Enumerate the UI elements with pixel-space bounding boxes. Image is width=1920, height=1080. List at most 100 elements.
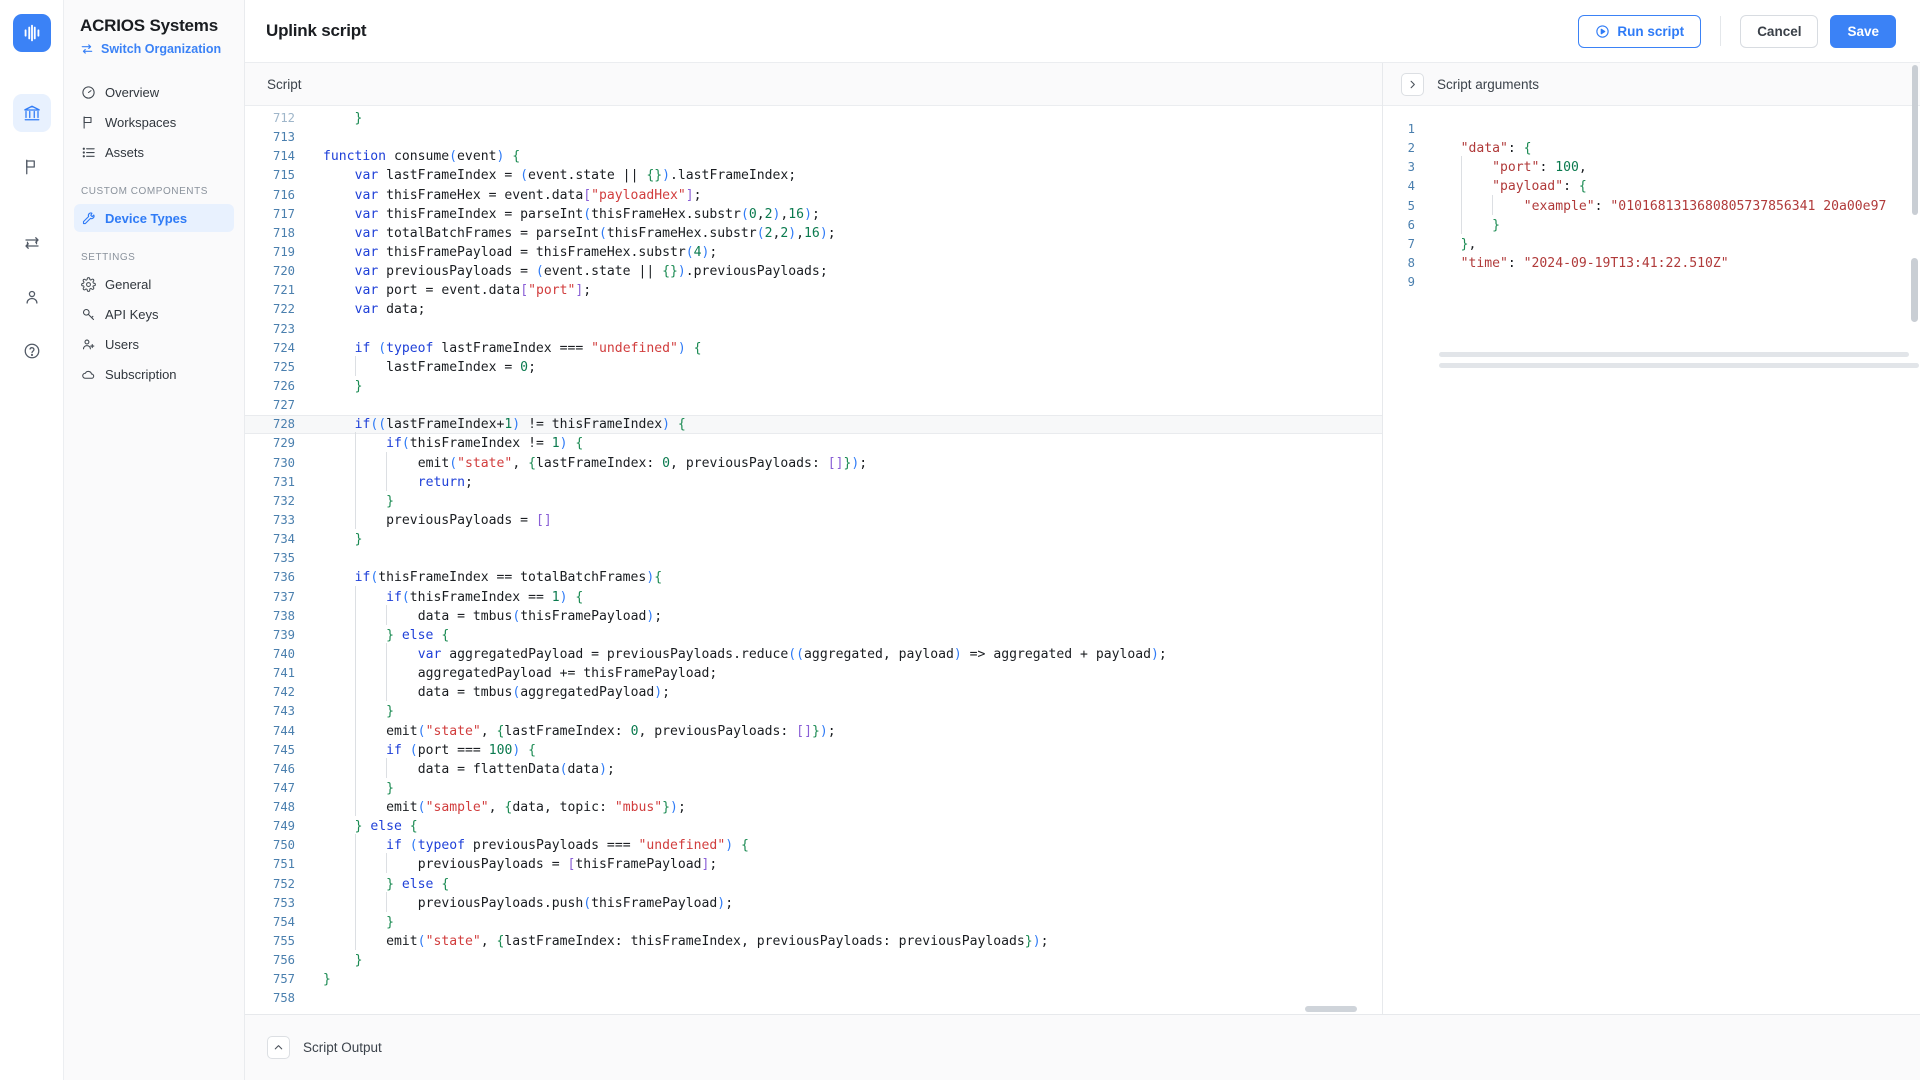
arguments-line: 9 — [1383, 273, 1920, 292]
code-line: 724 if (typeof lastFrameIndex === "undef… — [245, 339, 1382, 358]
arguments-line-text: "port": 100, — [1429, 158, 1587, 177]
play-circle-icon — [1595, 24, 1610, 39]
line-number: 1 — [1383, 120, 1429, 139]
script-tab-label: Script — [267, 77, 302, 92]
code-line-text: return; — [323, 473, 473, 492]
code-line: 745 if (port === 100) { — [245, 741, 1382, 760]
code-line: 713 — [245, 128, 1382, 147]
sidebar-item-device-types[interactable]: Device Types — [74, 204, 234, 232]
line-number: 7 — [1383, 235, 1429, 254]
help-circle-icon[interactable] — [13, 332, 51, 370]
code-line-text: emit("sample", {data, topic: "mbus"}); — [323, 798, 686, 817]
sidebar-item-overview[interactable]: Overview — [74, 78, 234, 106]
line-number: 718 — [245, 224, 307, 243]
arguments-line: 6 } — [1383, 216, 1920, 235]
line-number: 752 — [245, 875, 307, 894]
line-number: 753 — [245, 894, 307, 913]
top-bar: Uplink script Run script Cancel Save — [245, 0, 1920, 63]
list-icon — [81, 145, 96, 160]
code-line: 725 lastFrameIndex = 0; — [245, 358, 1382, 377]
sidebar-item-users[interactable]: Users — [74, 330, 234, 358]
gauge-icon — [81, 85, 96, 100]
arguments-line: 8 "time": "2024-09-19T13:41:22.510Z" — [1383, 254, 1920, 273]
chevron-right-icon[interactable] — [1401, 73, 1424, 96]
code-line-text: emit("state", {lastFrameIndex: thisFrame… — [323, 932, 1048, 951]
line-number: 727 — [245, 396, 307, 415]
icon-rail — [0, 0, 64, 1080]
code-line-text: } — [323, 377, 362, 396]
arguments-horizontal-scrollbar-thumb[interactable] — [1439, 352, 1909, 357]
sidebar-item-subscription[interactable]: Subscription — [74, 360, 234, 388]
sidebar-item-label: General — [105, 278, 151, 291]
app-root: ACRIOS Systems Switch Organization Overv… — [0, 0, 1920, 1080]
editor-vertical-scrollbar[interactable] — [1373, 106, 1382, 1014]
code-line: 746 data = flattenData(data); — [245, 760, 1382, 779]
arguments-horizontal-scrollbar[interactable] — [1439, 363, 1919, 368]
arguments-line: 3 "port": 100, — [1383, 158, 1920, 177]
line-number: 756 — [245, 951, 307, 970]
line-number: 2 — [1383, 139, 1429, 158]
line-number: 743 — [245, 702, 307, 721]
arguments-vertical-scrollbar[interactable] — [1911, 258, 1918, 322]
sidebar-item-general[interactable]: General — [74, 270, 234, 298]
code-line-text: function consume(event) { — [323, 147, 520, 166]
org-name: ACRIOS Systems — [74, 14, 234, 36]
line-number: 742 — [245, 683, 307, 702]
cancel-button[interactable]: Cancel — [1740, 15, 1818, 48]
sidebar-item-label: Device Types — [105, 212, 187, 225]
sync-icon[interactable] — [13, 224, 51, 262]
arguments-line: 7 }, — [1383, 235, 1920, 254]
run-script-button[interactable]: Run script — [1578, 15, 1701, 48]
code-line: 727 — [245, 396, 1382, 415]
code-line: 751 previousPayloads = [thisFramePayload… — [245, 855, 1382, 874]
users-icon — [81, 337, 96, 352]
user-icon[interactable] — [13, 278, 51, 316]
chevron-up-icon[interactable] — [267, 1036, 290, 1059]
code-line-text: emit("state", {lastFrameIndex: 0, previo… — [323, 454, 867, 473]
code-line-text: if(thisFrameIndex != 1) { — [323, 434, 583, 453]
code-line: 755 emit("state", {lastFrameIndex: thisF… — [245, 932, 1382, 951]
sidebar-item-assets[interactable]: Assets — [74, 138, 234, 166]
sidebar-item-label: API Keys — [105, 308, 158, 321]
code-line-text: } else { — [323, 817, 418, 836]
code-line: 749 } else { — [245, 817, 1382, 836]
line-number: 733 — [245, 511, 307, 530]
sidebar-item-api-keys[interactable]: API Keys — [74, 300, 234, 328]
bank-icon[interactable] — [13, 94, 51, 132]
line-number: 744 — [245, 722, 307, 741]
line-number: 730 — [245, 454, 307, 473]
code-line: 739 } else { — [245, 626, 1382, 645]
line-number: 754 — [245, 913, 307, 932]
script-arguments-editor[interactable]: 12 "data": {3 "port": 100,4 "payload": {… — [1383, 106, 1920, 1014]
code-line: 748 emit("sample", {data, topic: "mbus"}… — [245, 798, 1382, 817]
flag-icon[interactable] — [13, 148, 51, 186]
editor-horizontal-scrollbar[interactable] — [1305, 1006, 1357, 1012]
page-scrollbar[interactable] — [1912, 65, 1918, 215]
line-number: 725 — [245, 358, 307, 377]
code-line: 717 var thisFrameIndex = parseInt(thisFr… — [245, 205, 1382, 224]
line-number: 729 — [245, 434, 307, 453]
script-tab[interactable]: Script — [245, 63, 1382, 106]
code-line: 744 emit("state", {lastFrameIndex: 0, pr… — [245, 722, 1382, 741]
section-settings: SETTINGS — [74, 252, 234, 263]
line-number: 738 — [245, 607, 307, 626]
line-number: 747 — [245, 779, 307, 798]
line-number: 757 — [245, 970, 307, 989]
code-line: 712 } — [245, 109, 1382, 128]
script-arguments-pane: Script arguments 12 "data": {3 "port": 1… — [1383, 63, 1920, 1014]
line-number: 748 — [245, 798, 307, 817]
code-editor[interactable]: 712 }713714function consume(event) {715 … — [245, 106, 1382, 1014]
gear-icon — [81, 277, 96, 292]
switch-icon — [80, 42, 94, 56]
arguments-line: 1 — [1383, 120, 1920, 139]
switch-organization-link[interactable]: Switch Organization — [74, 36, 234, 56]
code-line-text: var previousPayloads = (event.state || {… — [323, 262, 828, 281]
code-line: 752 } else { — [245, 875, 1382, 894]
sidebar-item-workspaces[interactable]: Workspaces — [74, 108, 234, 136]
code-line: 729 if(thisFrameIndex != 1) { — [245, 434, 1382, 453]
code-line: 734 } — [245, 530, 1382, 549]
code-line: 730 emit("state", {lastFrameIndex: 0, pr… — [245, 454, 1382, 473]
save-button[interactable]: Save — [1830, 15, 1896, 48]
content-split: Script 712 }713714function consume(event… — [245, 63, 1920, 1014]
toolbar-divider — [1720, 16, 1721, 46]
